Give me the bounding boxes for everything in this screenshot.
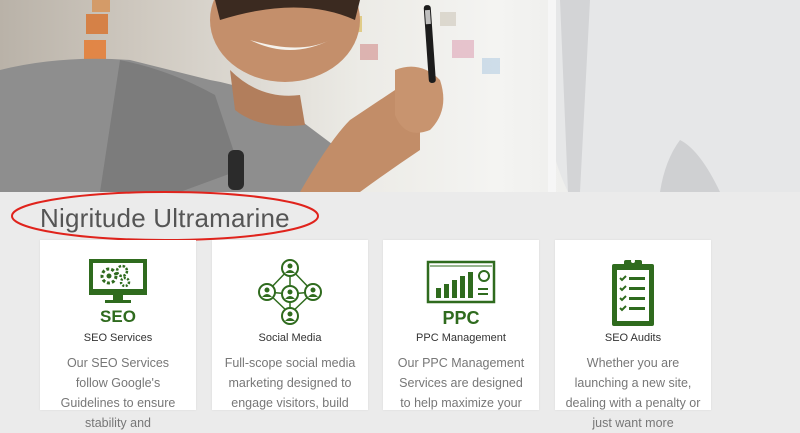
service-card-social-media[interactable]: Social Media Full-scope social media mar… xyxy=(212,240,368,410)
card-description: Our PPC Management Services are designed… xyxy=(397,356,525,410)
card-description: Whether you are launching a new site, de… xyxy=(565,356,701,430)
card-title: SEO Audits xyxy=(604,332,662,344)
seo-monitor-gears-icon: SEO xyxy=(40,254,196,330)
card-description: Full-scope social media marketing design… xyxy=(224,356,356,410)
service-card-seo-audits[interactable]: SEO Audits Whether you are launching a n… xyxy=(555,240,711,430)
clipboard-checklist-icon xyxy=(555,254,711,330)
hero-image xyxy=(0,0,800,192)
social-network-icon xyxy=(212,254,368,330)
service-card-ppc-management[interactable]: PPC PPC Management Our PPC Management Se… xyxy=(383,240,539,410)
card-title: SEO Services xyxy=(83,332,153,344)
heading-block: Nigritude Ultramarine xyxy=(10,190,322,242)
seo-icon-text: SEO xyxy=(100,307,136,326)
ppc-icon-text: PPC xyxy=(442,308,479,328)
card-title: Social Media xyxy=(258,332,322,344)
man-with-pen-photo xyxy=(0,0,800,192)
ppc-chart-icon: PPC xyxy=(383,254,539,330)
service-card-seo-services[interactable]: SEO SEO Services Our SEO Services follow… xyxy=(40,240,196,430)
card-title: PPC Management xyxy=(416,332,506,344)
card-description: Our SEO Services follow Google's Guideli… xyxy=(60,356,176,430)
page-title: Nigritude Ultramarine xyxy=(40,203,290,233)
